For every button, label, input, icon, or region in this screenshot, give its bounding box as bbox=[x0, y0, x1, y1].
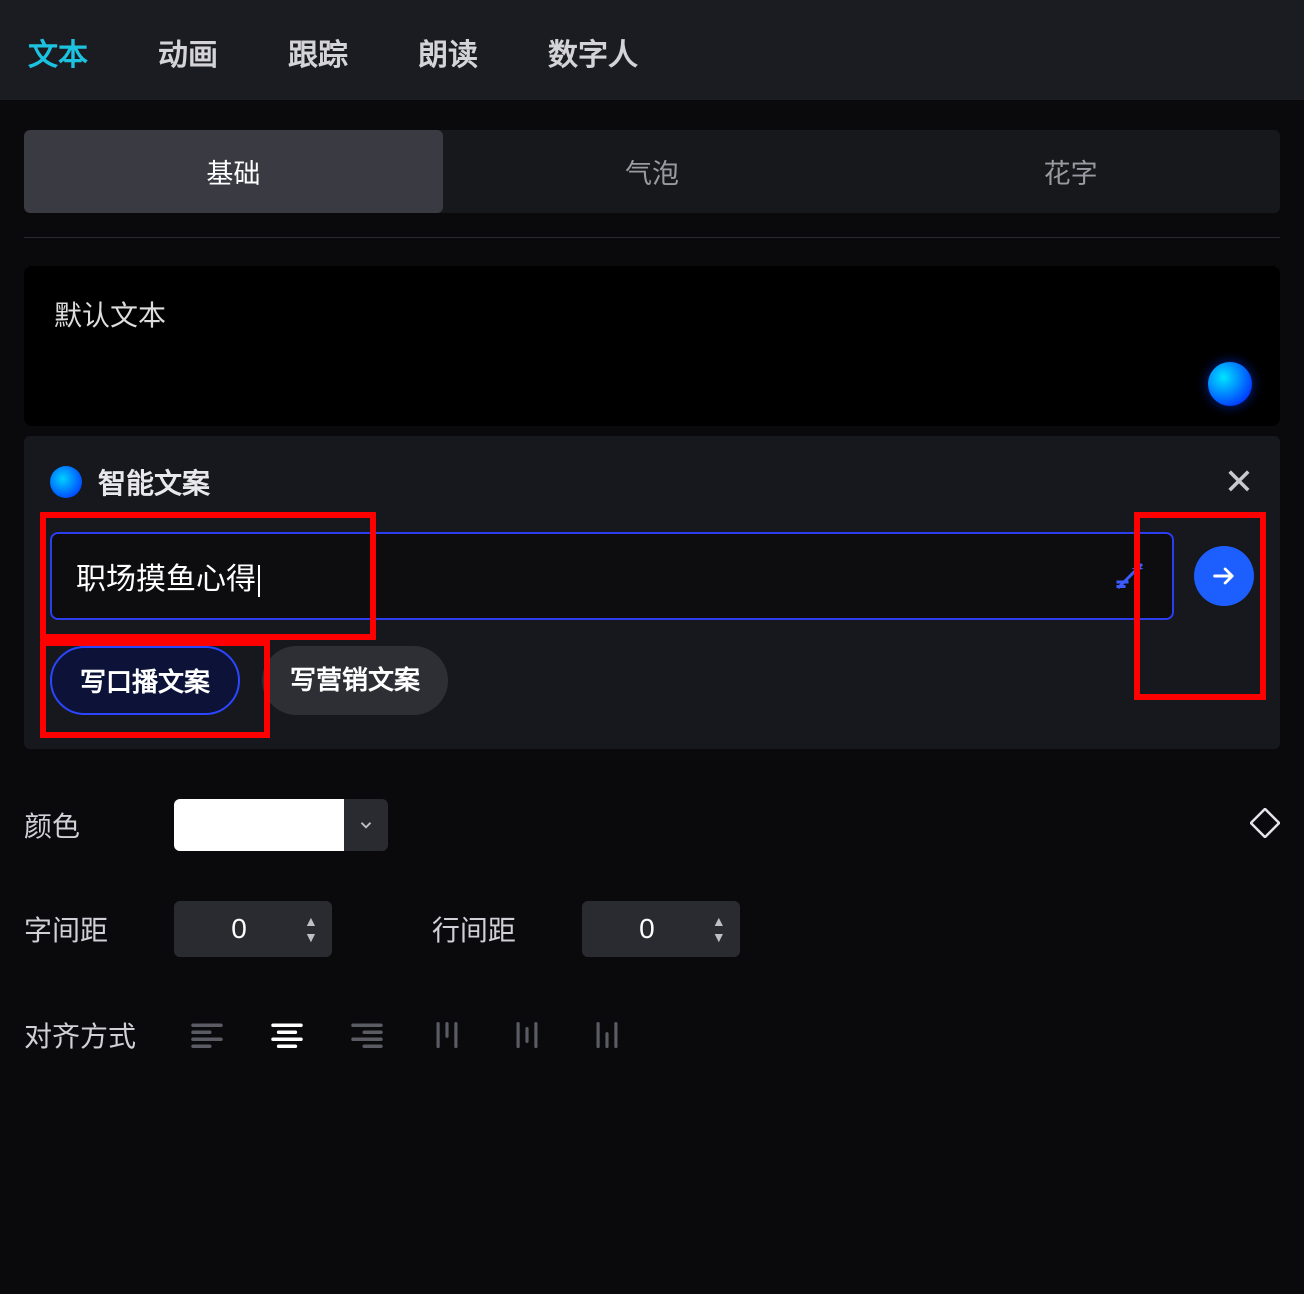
text-content-value: 默认文本 bbox=[54, 300, 166, 331]
smart-copy-input[interactable]: 职场摸鱼心得 bbox=[50, 532, 1174, 620]
align-center-button[interactable] bbox=[254, 1007, 320, 1063]
letter-spacing-value: 0 bbox=[174, 913, 304, 945]
align-v-middle-button[interactable] bbox=[494, 1007, 560, 1063]
tab-track[interactable]: 跟踪 bbox=[288, 30, 348, 74]
smart-copy-value: 职场摸鱼心得 bbox=[76, 554, 1112, 598]
color-row: 颜色 bbox=[24, 799, 1280, 851]
chip-script-copy[interactable]: 写口播文案 bbox=[50, 646, 240, 715]
align-left-button[interactable] bbox=[174, 1007, 240, 1063]
chip-marketing-copy[interactable]: 写营销文案 bbox=[262, 646, 448, 715]
line-spacing-value: 0 bbox=[582, 913, 712, 945]
align-v-bottom-button[interactable] bbox=[574, 1007, 640, 1063]
text-style-subtabs: 基础 气泡 花字 bbox=[24, 130, 1280, 213]
text-content-input[interactable]: 默认文本 bbox=[24, 266, 1280, 426]
primary-tabs: 文本 动画 跟踪 朗读 数字人 bbox=[0, 0, 1304, 100]
ai-orb-icon bbox=[50, 466, 82, 498]
align-buttons bbox=[174, 1007, 640, 1063]
subtab-bubble[interactable]: 气泡 bbox=[443, 130, 862, 213]
tab-animation[interactable]: 动画 bbox=[158, 30, 218, 74]
panel-title: 智能文案 bbox=[98, 462, 210, 502]
step-up-icon[interactable]: ▲ bbox=[712, 914, 726, 928]
magic-wand-icon[interactable] bbox=[1112, 558, 1148, 594]
reset-color-icon[interactable] bbox=[1250, 808, 1280, 843]
tab-read[interactable]: 朗读 bbox=[418, 30, 478, 74]
letter-spacing-label: 字间距 bbox=[24, 909, 144, 949]
close-icon[interactable]: ✕ bbox=[1224, 464, 1254, 500]
line-spacing-stepper[interactable]: 0 ▲ ▼ bbox=[582, 901, 740, 957]
align-label: 对齐方式 bbox=[24, 1015, 144, 1055]
line-spacing-label: 行间距 bbox=[432, 909, 552, 949]
tab-text[interactable]: 文本 bbox=[28, 30, 88, 74]
step-down-icon[interactable]: ▼ bbox=[712, 930, 726, 944]
chevron-down-icon[interactable] bbox=[344, 799, 388, 851]
color-picker[interactable] bbox=[174, 799, 388, 851]
letter-spacing-stepper[interactable]: 0 ▲ ▼ bbox=[174, 901, 332, 957]
tab-avatar[interactable]: 数字人 bbox=[548, 30, 638, 74]
subtab-fancy[interactable]: 花字 bbox=[861, 130, 1280, 213]
align-right-button[interactable] bbox=[334, 1007, 400, 1063]
submit-button[interactable] bbox=[1194, 546, 1254, 606]
step-up-icon[interactable]: ▲ bbox=[304, 914, 318, 928]
subtab-basic[interactable]: 基础 bbox=[24, 130, 443, 213]
ai-orb-icon[interactable] bbox=[1208, 362, 1252, 406]
color-swatch bbox=[174, 799, 344, 851]
color-label: 颜色 bbox=[24, 805, 144, 845]
align-v-top-button[interactable] bbox=[414, 1007, 480, 1063]
step-down-icon[interactable]: ▼ bbox=[304, 930, 318, 944]
smart-copy-panel: 智能文案 ✕ 职场摸鱼心得 写口播文案 写营销文案 bbox=[24, 436, 1280, 749]
divider bbox=[24, 237, 1280, 238]
